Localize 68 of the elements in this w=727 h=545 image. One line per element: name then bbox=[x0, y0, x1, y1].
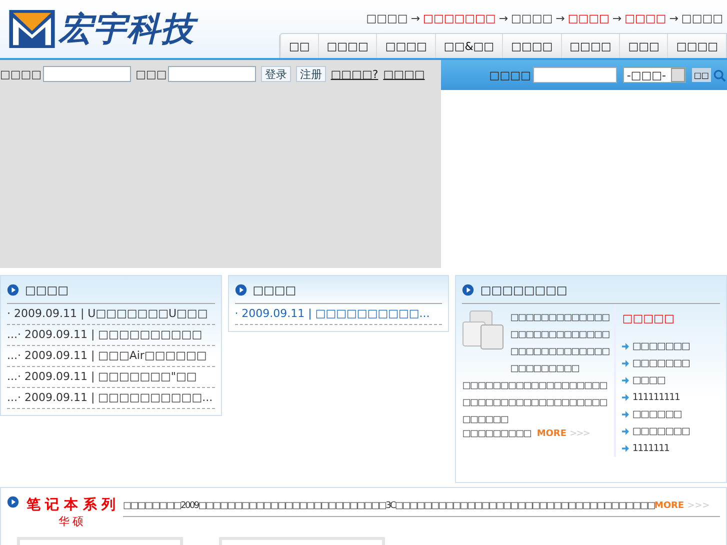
username-label: □□□□ bbox=[0, 68, 42, 80]
arrow-separator: → bbox=[410, 12, 420, 25]
logo-icon bbox=[9, 10, 55, 48]
username-field[interactable] bbox=[42, 66, 131, 82]
top-link[interactable]: □□□□ bbox=[511, 12, 553, 25]
search-field[interactable] bbox=[532, 67, 617, 83]
arrow-separator: → bbox=[669, 12, 678, 25]
nav-tab[interactable]: □□□ bbox=[619, 34, 668, 58]
side-link[interactable]: 111111111 bbox=[622, 389, 720, 406]
arrow-icon bbox=[622, 343, 630, 350]
side-link[interactable]: □□□□ bbox=[622, 372, 720, 389]
side-title: □□□□□ bbox=[622, 312, 676, 327]
nav-tab[interactable]: □□□□ bbox=[376, 34, 435, 58]
about-text: □□□□□□□□□□□□□□□□□□□□□□□□□□□□□□□□□□□□□□□□□□□□ bbox=[462, 380, 608, 427]
top-link[interactable]: □□□□ bbox=[366, 12, 408, 25]
login-button[interactable]: 注册 bbox=[296, 66, 326, 82]
nav-tab[interactable]: □□□□ bbox=[318, 34, 376, 58]
arrow-icon bbox=[622, 377, 630, 384]
account-link[interactable]: □□□□? bbox=[330, 68, 378, 80]
search-label: □□□□ bbox=[489, 68, 531, 82]
play-icon bbox=[7, 284, 19, 296]
password-label: □□□ bbox=[136, 68, 167, 80]
nav-tab[interactable]: □□□□ bbox=[560, 34, 620, 58]
nav-tab[interactable]: □□ bbox=[280, 34, 318, 58]
arrow-icon bbox=[622, 394, 630, 401]
news-item[interactable]: ...· 2009.09.11 | □□□Air□□□□□□ bbox=[7, 346, 215, 367]
side-link[interactable]: □□□□□□□ bbox=[622, 338, 720, 355]
news-item[interactable]: ...· 2009.09.11 | □□□□□□□□□□ bbox=[7, 325, 215, 346]
arrow-icon bbox=[622, 360, 630, 367]
play-icon bbox=[462, 284, 474, 296]
news-item[interactable]: ...· 2009.09.11 | □□□□□□□"□□ bbox=[7, 367, 215, 388]
nav-tab[interactable]: □□□□ bbox=[502, 34, 561, 58]
category-select[interactable]: -□□□- bbox=[622, 67, 686, 83]
series-subtitle: 华 硕 bbox=[57, 514, 85, 529]
nav-tab[interactable]: □□&□□ bbox=[434, 34, 502, 58]
series-title: 笔 记 本 系 列 bbox=[25, 496, 117, 514]
side-link[interactable]: 1111111 bbox=[622, 440, 720, 457]
arrow-separator: → bbox=[612, 12, 622, 25]
login-button[interactable]: 登录 bbox=[260, 66, 291, 82]
play-icon bbox=[7, 496, 19, 508]
arrow-separator: → bbox=[498, 12, 508, 25]
arrow-separator: → bbox=[556, 12, 565, 25]
arrow-icon bbox=[622, 428, 630, 435]
arrow-icon bbox=[622, 411, 630, 418]
panel-title: □□□□ bbox=[252, 282, 296, 296]
panel-title: □□□□ bbox=[25, 282, 68, 296]
top-link[interactable]: □□□□ bbox=[681, 12, 723, 25]
search-icon[interactable] bbox=[713, 68, 726, 82]
news-item[interactable]: · 2009.09.11 | □□□□□□□□□□... bbox=[234, 304, 442, 325]
top-link[interactable]: □□□□ bbox=[624, 12, 666, 25]
nav-tab[interactable]: □□□□ bbox=[667, 34, 726, 58]
account-link[interactable]: □□□□ bbox=[383, 68, 425, 80]
series-text: □□□□□□□□2009□□□□□□□□□□□□□□□□□□□□□□□□□□3C□□□□□□□□□□□□□□□□□□□□□□□□□□□□□□□□□□□□ bbox=[123, 501, 654, 511]
password-field[interactable] bbox=[168, 66, 256, 82]
play-icon bbox=[234, 284, 247, 296]
about-tail-text: □□□□□□□□□ bbox=[462, 429, 531, 439]
side-link[interactable]: □□□□□□□ bbox=[622, 423, 720, 440]
top-link[interactable]: □□□□□□□ bbox=[423, 12, 496, 25]
side-link[interactable]: □□□□□□ bbox=[622, 406, 720, 423]
news-item[interactable]: · 2009.09.11 | U□□□□□□□U□□□ bbox=[7, 304, 215, 325]
documents-icon bbox=[462, 310, 504, 350]
go-button[interactable]: □□ bbox=[692, 68, 711, 82]
about-intro-text: □□□□□□□□□□□□□□□□□□□□□□□□□□□□□□□□□□□□□□□□□□□□□□□□ bbox=[510, 312, 610, 376]
news-item[interactable]: ...· 2009.09.11 | □□□□□□□□□□... bbox=[7, 388, 215, 409]
top-link[interactable]: □□□□ bbox=[568, 12, 610, 25]
side-link[interactable]: □□□□□□□ bbox=[622, 355, 720, 372]
panel-title: □□□□□□□□ bbox=[480, 282, 568, 296]
arrow-icon bbox=[622, 445, 630, 452]
